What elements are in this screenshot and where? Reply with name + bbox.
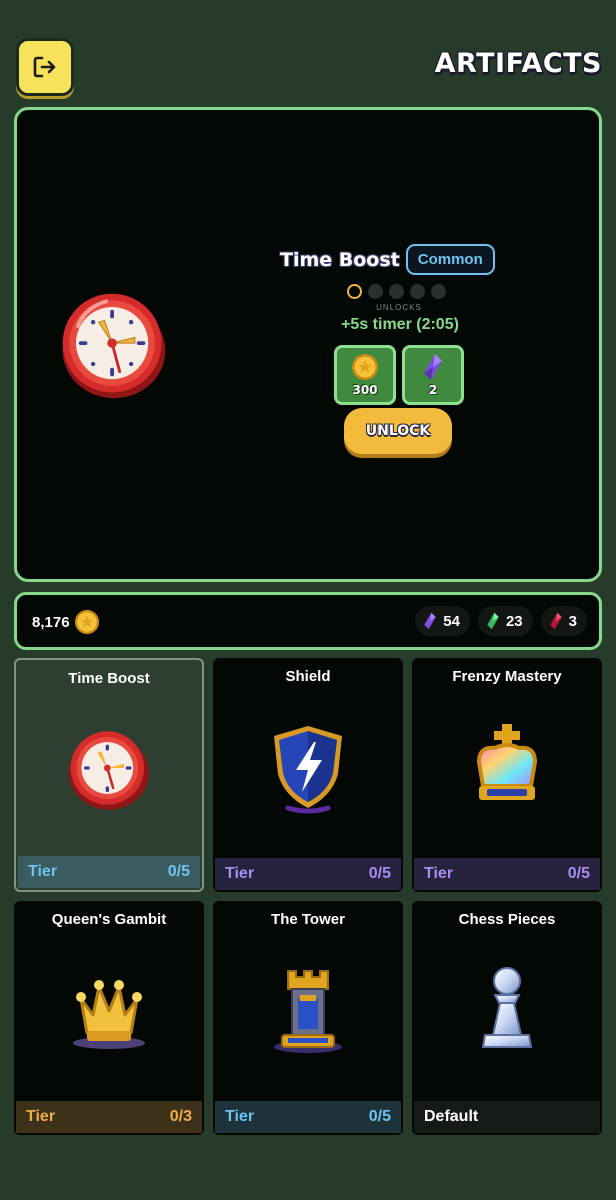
tier-bar: Tier 0/5 — [215, 1101, 401, 1133]
tier-value: 0/5 — [567, 865, 590, 882]
exit-button[interactable] — [16, 38, 74, 96]
tier-bar: Default — [414, 1101, 600, 1133]
tier-label: Tier — [26, 1108, 56, 1125]
purple-gem-icon — [424, 612, 437, 630]
rook-tower-icon — [274, 970, 342, 1053]
coin-cost: 300 — [334, 345, 396, 405]
progress-dot — [389, 284, 404, 299]
coin-balance: 8,176 — [32, 609, 100, 635]
tier-label: Tier — [424, 865, 454, 882]
artifact-card-the-tower[interactable]: The Tower Tier 0/5 — [213, 901, 403, 1135]
gem-cost-value: 2 — [428, 383, 438, 397]
artifact-card-queens-gambit[interactable]: Queen's Gambit Tier 0/3 — [14, 901, 204, 1135]
artifact-heading: Time Boost Common — [280, 244, 495, 275]
tier-bar: Tier 0/5 — [215, 858, 401, 890]
currency-balance-bar: 8,176 54 23 3 — [14, 592, 602, 650]
queen-crown-icon — [73, 980, 145, 1049]
red-gem-value: 3 — [568, 612, 577, 630]
card-title: Queen's Gambit — [51, 911, 167, 928]
tier-bar: Tier 0/3 — [16, 1101, 202, 1133]
unlock-button[interactable]: UNLOCK — [344, 408, 452, 454]
card-title: Time Boost — [68, 670, 150, 687]
tier-label: Default — [424, 1108, 479, 1125]
tier-value: 0/3 — [169, 1108, 192, 1125]
exit-icon — [33, 56, 56, 78]
red-gem-icon — [549, 612, 562, 630]
purple-gem-value: 54 — [443, 612, 460, 630]
rarity-badge: Common — [405, 244, 495, 275]
green-gem-icon — [487, 612, 499, 630]
unlocks-label: UNLOCKS — [376, 303, 422, 312]
coin-cost-value: 300 — [352, 383, 378, 397]
purple-gem-icon — [424, 354, 442, 380]
progress-dot — [347, 284, 362, 299]
card-title: The Tower — [271, 911, 345, 928]
tier-value: 0/5 — [167, 863, 190, 880]
progress-dot — [368, 284, 383, 299]
tier-label: Tier — [225, 865, 255, 882]
shield-icon — [274, 726, 342, 814]
progress-dot — [410, 284, 425, 299]
page-title: ARTIFACTS — [434, 48, 602, 79]
artifact-name: Time Boost — [280, 248, 400, 271]
cost-row: 300 2 — [334, 345, 464, 405]
card-title: Shield — [285, 668, 331, 685]
crown-icon — [476, 724, 538, 800]
top-bar: ARTIFACTS — [0, 0, 616, 100]
card-title: Frenzy Mastery — [452, 668, 562, 685]
artifact-detail-panel: Time Boost Common UNLOCKS +5s timer (2:0… — [14, 107, 602, 582]
tier-bar: Tier 0/5 — [18, 856, 200, 888]
green-gem-value: 23 — [505, 612, 523, 630]
artifact-card-frenzy-mastery[interactable]: Frenzy Mastery Tier 0/5 — [412, 658, 602, 892]
tier-label: Tier — [225, 1108, 255, 1125]
tier-value: 0/5 — [368, 865, 391, 882]
unlock-progress-dots — [347, 284, 446, 299]
red-gem-balance: 3 — [540, 606, 587, 636]
pawn-icon — [481, 967, 533, 1048]
tier-label: Tier — [28, 863, 58, 880]
clock-icon — [69, 731, 149, 810]
artifact-card-time-boost[interactable]: Time Boost Tier 0/5 — [14, 658, 204, 892]
gold-coin-icon — [352, 354, 378, 380]
effect-description: +5s timer (2:05) — [341, 316, 459, 333]
card-title: Chess Pieces — [458, 911, 556, 928]
tier-bar: Tier 0/5 — [414, 858, 600, 890]
coin-balance-value: 8,176 — [32, 613, 70, 631]
artifact-card-chess-pieces[interactable]: Chess Pieces Default — [412, 901, 602, 1135]
artifact-card-shield[interactable]: Shield Tier 0/5 — [213, 658, 403, 892]
tier-value: 0/5 — [368, 1108, 391, 1125]
clock-icon — [62, 293, 166, 399]
gem-cost: 2 — [402, 345, 464, 405]
green-gem-balance: 23 — [477, 606, 533, 636]
purple-gem-balance: 54 — [415, 606, 470, 636]
gold-coin-icon — [74, 609, 99, 635]
progress-dot — [431, 284, 446, 299]
gem-balances: 54 23 3 — [415, 606, 587, 636]
